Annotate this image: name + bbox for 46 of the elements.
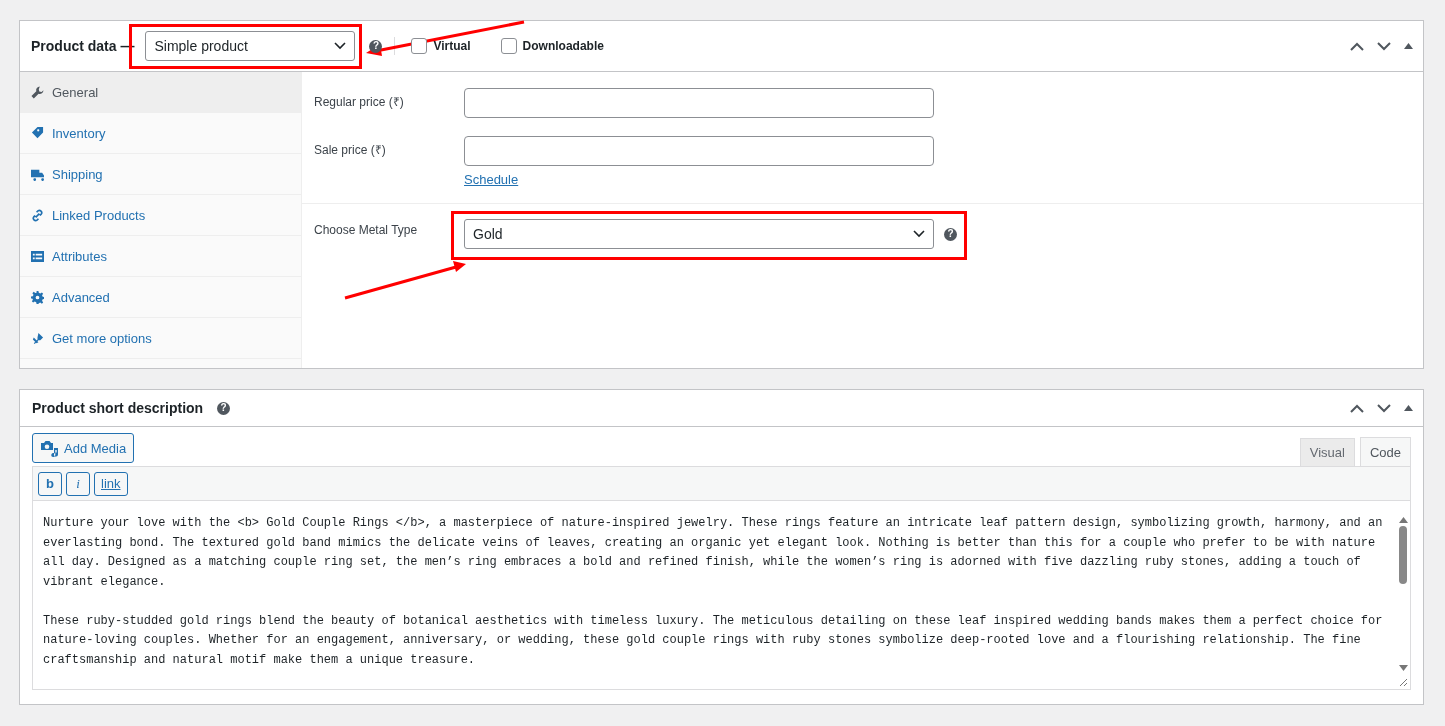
editor-tab[interactable]: Code [1359, 437, 1411, 466]
move-up-icon[interactable] [1350, 403, 1364, 413]
text-area[interactable] [32, 501, 1411, 690]
paragraph: These ruby-studded gold rings blend the beauty of botanical aesthetics with timeless luxury. The meticulous detailing on these leaf inspired wedding bands makes them a perfect choice for nature-loving couples. Whether for an engagement, anniversary, or wedding, these gold couple rings with ruby stones symbolize deep-rooted love and a flourishing relationship. The fine craftsmanship and natural motif make them a unique treasure. [43, 612, 1384, 669]
quicktag-button[interactable]: i [66, 471, 90, 496]
field-label: Regular price (₹) [314, 94, 405, 110]
move-down-icon[interactable] [1377, 403, 1391, 413]
panel-title: Product short description [32, 400, 204, 416]
truck-icon [31, 167, 44, 181]
checkbox[interactable] [500, 38, 517, 54]
scrollbar-thumb[interactable] [1399, 526, 1407, 584]
help-icon: ? [944, 227, 957, 241]
chevron-down-icon [913, 230, 925, 238]
checkbox[interactable] [411, 38, 428, 54]
chevron-down-icon [334, 42, 347, 50]
price-input[interactable] [464, 136, 934, 166]
scroll-down-arrow-icon[interactable] [1398, 665, 1408, 671]
metal-type-select[interactable]: Gold [464, 219, 934, 249]
paragraph: Nurture your love with the <b> Gold Couple Rings </b>, a masterpiece of nature-inspired jewelry. These rings feature an intricate leaf pattern design, symbolizing growth, harmony, and an everlasting bond. The textured gold band mimics the delicate veins of leaves, creating an organic yet elegant look. Nothing is better than this for a couple who prefer to be with nature all day. Designed as a matching couple ring set, the men’s ring embraces a bold and refined finish, while the women’s ring is adorned with five dazzling ruby stones, adding a touch of vibrant elegance. [43, 515, 1384, 591]
add-media-button[interactable]: Add Media [32, 433, 135, 463]
field-label: Sale price (₹) [314, 142, 387, 158]
move-up-icon[interactable] [1350, 41, 1364, 51]
product-type-select[interactable]: Simple product [145, 31, 356, 61]
field-label: Choose Metal Type [314, 223, 419, 237]
tag-icon [31, 126, 44, 140]
move-down-icon[interactable] [1377, 41, 1391, 51]
resize-grip-icon[interactable] [1399, 678, 1408, 687]
schedule-link[interactable]: Schedule [464, 172, 519, 187]
plug-icon [31, 331, 44, 345]
help-icon: ? [369, 39, 383, 53]
collapse-triangle-icon[interactable] [1404, 405, 1413, 411]
checkbox-label: Downloadable [522, 39, 604, 53]
list-icon [31, 249, 44, 263]
help-icon: ? [217, 401, 231, 415]
collapse-triangle-icon[interactable] [1404, 43, 1413, 49]
link-icon [31, 208, 44, 222]
sidebar-tab[interactable]: General [20, 72, 301, 113]
quicktag-button[interactable]: b [38, 471, 62, 496]
quicktag-button[interactable]: link [94, 471, 128, 496]
editor-tab[interactable]: Visual [1299, 438, 1355, 466]
scroll-up-arrow-icon[interactable] [1398, 517, 1408, 523]
price-input[interactable] [464, 88, 934, 118]
camera-music-icon [41, 439, 59, 457]
gear-icon [31, 290, 44, 304]
checkbox-label: Virtual [433, 39, 471, 53]
wrench-icon [31, 85, 44, 99]
